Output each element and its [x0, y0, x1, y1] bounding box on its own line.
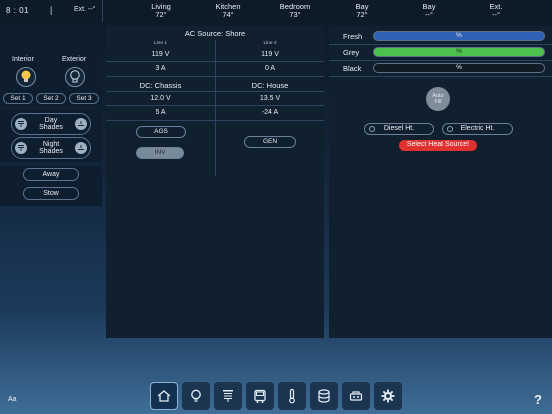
line2-amps: 0 A	[264, 65, 276, 72]
black-tank-bar[interactable]: %	[373, 63, 545, 73]
ac-source-label: AC Source: Shore	[184, 29, 246, 38]
nav-generator-button[interactable]	[342, 382, 370, 410]
shade-up-icon[interactable]	[15, 142, 27, 154]
line1-label: Line 1	[153, 41, 168, 46]
chassis-amps: 5 A	[155, 109, 166, 116]
day-shades-label: Day Shades	[39, 116, 63, 132]
coach-icon	[254, 389, 266, 403]
shades-icon	[223, 390, 233, 402]
nav-shades-button[interactable]	[214, 382, 242, 410]
fresh-label: Fresh	[343, 32, 363, 41]
gear-icon	[381, 389, 395, 403]
row-divider	[106, 91, 324, 92]
chassis-volts: 12.0 V	[150, 95, 171, 102]
line1-volts: 119 V	[151, 51, 170, 58]
fresh-tank-bar[interactable]: %	[373, 31, 545, 41]
clock-separator: |	[50, 5, 53, 15]
bulb-off-icon	[70, 70, 80, 83]
heat-warning-badge: Select Heat Source!	[399, 140, 477, 151]
radio-icon	[369, 126, 375, 132]
day-shades-control[interactable]: Day Shades	[11, 113, 91, 135]
nav-home-button[interactable]	[150, 382, 178, 410]
nav-coach-button[interactable]	[246, 382, 274, 410]
light-set-1-button[interactable]: Set 1	[3, 93, 33, 104]
temp-bedroom[interactable]: Bedroom 73°	[270, 3, 320, 19]
electric-heat-button[interactable]: Electric Ht.	[442, 123, 513, 135]
interior-light-button[interactable]	[16, 67, 36, 87]
exterior-temp-left: Ext. --°	[74, 6, 96, 13]
inv-button[interactable]: INV	[136, 147, 184, 159]
light-set-3-button[interactable]: Set 3	[69, 93, 99, 104]
shade-down-icon[interactable]	[75, 142, 87, 154]
nav-climate-button[interactable]	[278, 382, 306, 410]
grey-label: Grey	[343, 48, 360, 57]
row-divider	[106, 120, 324, 121]
font-size-toggle[interactable]: Aa	[8, 396, 17, 403]
house-volts: 13.5 V	[259, 95, 281, 102]
row-divider	[106, 76, 324, 77]
dc-chassis-label: DC: Chassis	[139, 81, 182, 90]
help-button[interactable]: ?	[534, 392, 542, 407]
house-amps: -24 A	[261, 109, 279, 116]
nav-lights-button[interactable]	[182, 382, 210, 410]
clock: 8 : 01	[6, 6, 30, 15]
exterior-light-button[interactable]	[65, 67, 85, 87]
line2-volts: 119 V	[261, 51, 279, 58]
top-divider	[102, 0, 103, 22]
away-button[interactable]: Away	[23, 168, 79, 181]
bulb-icon	[191, 389, 201, 402]
temp-bay-1[interactable]: Bay 72°	[337, 3, 387, 19]
shade-down-icon[interactable]	[75, 118, 87, 130]
temp-living[interactable]: Living 72°	[136, 3, 186, 19]
stow-button[interactable]: Stow	[23, 187, 79, 200]
night-shades-label: Night Shades	[39, 140, 63, 156]
grey-tank-bar[interactable]: %	[373, 47, 545, 57]
diesel-heat-button[interactable]: Diesel Ht.	[364, 123, 434, 135]
ags-button[interactable]: AGS	[136, 126, 186, 138]
tank-divider	[329, 76, 552, 77]
temp-exterior[interactable]: Ext. --°	[471, 3, 521, 19]
temp-kitchen[interactable]: Kitchen 74°	[203, 3, 253, 19]
night-shades-control[interactable]: Night Shades	[11, 137, 91, 159]
exterior-label: Exterior	[62, 56, 87, 63]
generator-icon	[349, 391, 363, 401]
tank-divider	[329, 44, 552, 45]
home-icon	[157, 390, 171, 402]
tank-divider	[329, 60, 552, 61]
interior-label: Interior	[12, 56, 34, 63]
nav-settings-button[interactable]	[374, 382, 402, 410]
tank-icon	[318, 389, 330, 403]
gen-button[interactable]: GEN	[244, 136, 296, 148]
row-divider	[106, 105, 324, 106]
shade-up-icon[interactable]	[15, 118, 27, 130]
light-set-2-button[interactable]: Set 2	[36, 93, 66, 104]
line1-amps: 3 A	[155, 65, 166, 72]
dc-house-label: DC: House	[251, 81, 289, 90]
thermometer-icon	[289, 388, 295, 404]
row-divider	[106, 61, 324, 62]
bulb-on-icon	[21, 70, 31, 82]
auto-fill-button[interactable]: Auto Fill	[426, 87, 450, 111]
left-blank-panel	[0, 26, 102, 48]
nav-tanks-button[interactable]	[310, 382, 338, 410]
black-label: Black	[343, 64, 362, 73]
line2-label: Line 2	[263, 41, 277, 46]
radio-icon	[447, 126, 453, 132]
temp-bay-2[interactable]: Bay --°	[404, 3, 454, 19]
